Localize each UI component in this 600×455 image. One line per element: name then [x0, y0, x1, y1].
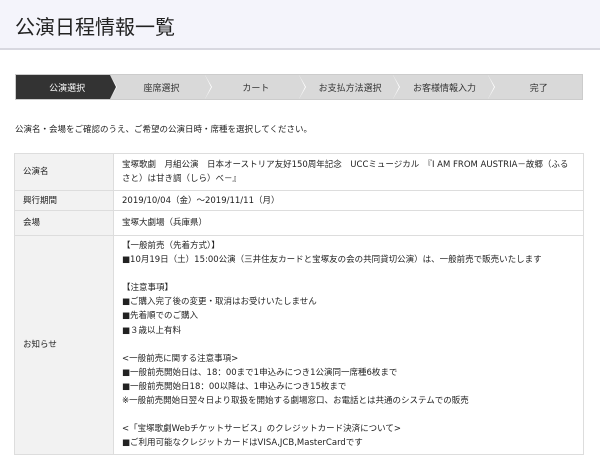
row-label: 公演名: [14, 153, 114, 191]
page-title: 公演日程情報一覧: [15, 15, 175, 39]
instruction-text: 公演名・会場をご確認のうえ、ご希望の公演日時・席種を選択してください。: [15, 125, 312, 135]
row-label: 会場: [14, 210, 114, 236]
table-row: 興行期間 2019/10/04（金）～2019/11/11（月）: [14, 190, 584, 211]
table-row: 会場 宝塚大劇場（兵庫県）: [14, 210, 584, 236]
performance-name: 宝塚歌劇 月組公演 日本オーストリア友好150周年記念 UCCミュージカル 『I…: [113, 153, 584, 191]
step-payment-method: お支払方法選択: [299, 75, 401, 99]
step-customer-info: お客様情報入力: [393, 75, 495, 99]
row-label: お知らせ: [14, 234, 114, 455]
venue: 宝塚大劇場（兵庫県）: [113, 210, 584, 236]
step-complete: 完了: [529, 83, 548, 94]
page-header: 公演日程情報一覧: [0, 0, 600, 50]
step-seat-select: 座席選択: [110, 75, 213, 99]
step-performance-select: 公演選択: [16, 75, 118, 99]
notice-content: 【一般前売（先着方式）】 ■10月19日（土）15:00公演（三井住友カードと宝…: [113, 234, 584, 455]
table-row: 公演名 宝塚歌劇 月組公演 日本オーストリア友好150周年記念 UCCミュージカ…: [14, 153, 584, 191]
row-label: 興行期間: [14, 190, 114, 211]
step-cart: カート: [205, 75, 307, 99]
progress-steps: 公演選択 座席選択 カート お支払方法選択 お客様情報入力 完了: [15, 74, 583, 100]
table-row: お知らせ 【一般前売（先着方式）】 ■10月19日（土）15:00公演（三井住友…: [14, 234, 584, 455]
performance-period: 2019/10/04（金）～2019/11/11（月）: [113, 190, 584, 211]
performance-info-table: 公演名 宝塚歌劇 月組公演 日本オーストリア友好150周年記念 UCCミュージカ…: [14, 153, 584, 455]
